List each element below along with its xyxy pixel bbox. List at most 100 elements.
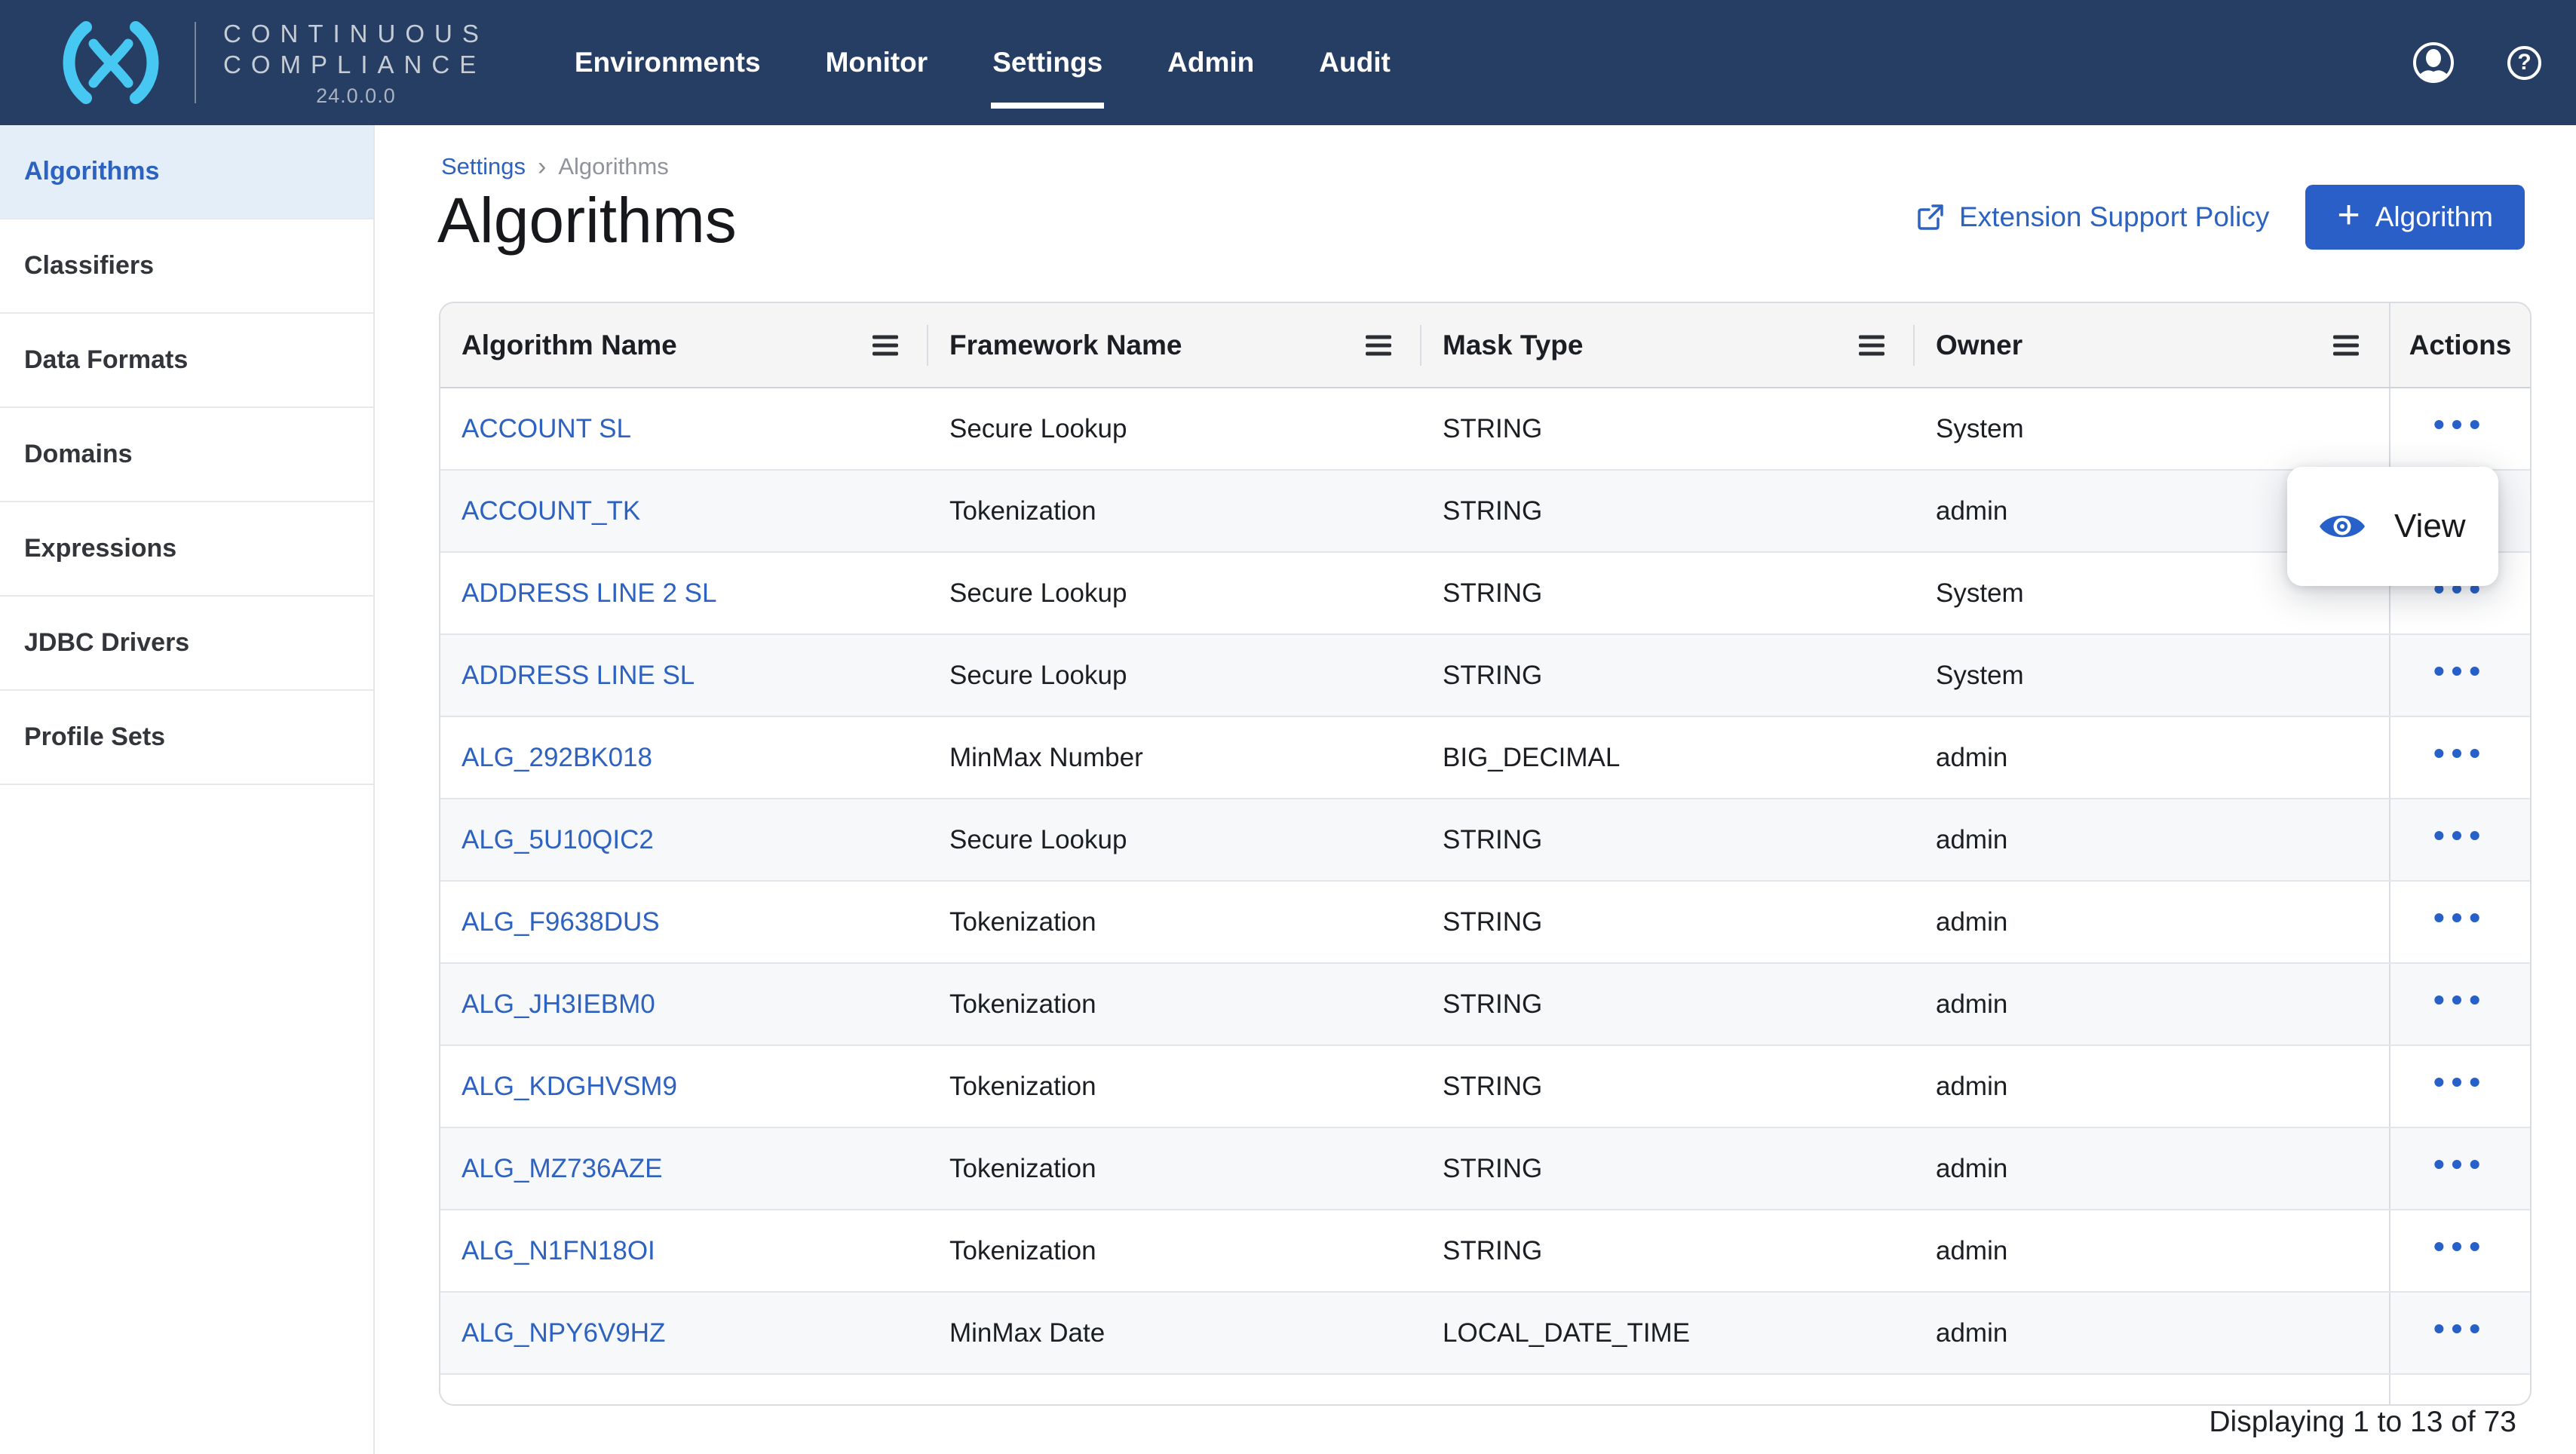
column-header-mask-type: Mask Type bbox=[1421, 303, 1915, 387]
row-actions-button[interactable]: ••• bbox=[2433, 983, 2487, 1016]
column-label: Mask Type bbox=[1443, 329, 1584, 360]
algorithm-name-link[interactable]: ALG_NPY6V9HZ bbox=[462, 1318, 665, 1348]
algorithm-name-link[interactable]: ALG_292BK018 bbox=[462, 743, 652, 772]
framework-name-cell: Secure Lookup bbox=[949, 413, 1127, 443]
row-actions-button[interactable]: ••• bbox=[2433, 1230, 2487, 1262]
framework-name-cell: MinMax Date bbox=[949, 1317, 1106, 1348]
table-row: ADDRESS LINE SL Secure Lookup STRING System… bbox=[440, 635, 2530, 717]
column-menu-icon[interactable] bbox=[1366, 335, 1391, 355]
algorithm-name-link[interactable]: ACCOUNT_TK bbox=[462, 496, 640, 526]
mask-type-cell: STRING bbox=[1443, 495, 1543, 526]
algorithm-name-link[interactable]: ADDRESS LINE 2 SL bbox=[462, 578, 716, 608]
nav-item-environments[interactable]: Environments bbox=[575, 0, 761, 125]
mask-type-cell: STRING bbox=[1443, 906, 1543, 937]
sidebar: Algorithms Classifiers Data Formats Domains… bbox=[0, 125, 375, 1454]
mask-type-cell: BIG_DECIMAL bbox=[1443, 742, 1621, 772]
breadcrumb-current: Algorithms bbox=[558, 153, 669, 179]
brand-line2: COMPLIANCE bbox=[223, 50, 486, 78]
column-menu-icon[interactable] bbox=[2333, 335, 2359, 355]
algorithm-name-link[interactable]: ALG_F9638DUS bbox=[462, 907, 660, 937]
table-row: ADDRESS LINE 2 SL Secure Lookup STRING Syst… bbox=[440, 553, 2530, 635]
policy-link-label: Extension Support Policy bbox=[1959, 201, 2270, 232]
algorithm-name-link[interactable]: ALG_MZ736AZE bbox=[462, 1154, 663, 1183]
add-algorithm-button[interactable]: + Algorithm bbox=[2305, 185, 2525, 250]
algorithm-name-link[interactable]: ALG_TIZ473II bbox=[462, 1400, 627, 1405]
owner-cell: admin bbox=[1936, 1071, 2008, 1101]
framework-name-cell: MinMax Number bbox=[949, 742, 1143, 772]
account-icon[interactable] bbox=[2412, 41, 2455, 84]
row-actions-button[interactable]: ••• bbox=[2433, 1066, 2487, 1098]
table-row: ALG_TIZ473II Secure LookupSTRINGadmin ••• bbox=[440, 1375, 2530, 1405]
column-label: Actions bbox=[2409, 329, 2512, 360]
row-actions-button[interactable]: ••• bbox=[2433, 901, 2487, 934]
algorithm-name-link[interactable]: ALG_5U10QIC2 bbox=[462, 825, 654, 854]
brand-divider bbox=[195, 22, 196, 103]
algorithm-name-link[interactable]: ALG_N1FN18OI bbox=[462, 1236, 655, 1265]
row-actions-button[interactable]: ••• bbox=[2433, 408, 2487, 440]
nav-item-settings[interactable]: Settings bbox=[991, 0, 1105, 125]
row-actions-button[interactable]: ••• bbox=[2433, 819, 2487, 851]
mask-type-cell: STRING bbox=[1443, 824, 1543, 854]
sidebar-item-classifiers[interactable]: Classifiers bbox=[0, 219, 373, 314]
table-row: ALG_JH3IEBM0 Tokenization STRING admin ••• bbox=[440, 964, 2530, 1046]
algorithms-table: Algorithm Name Framework Name Mask Type … bbox=[439, 302, 2532, 1406]
external-link-icon bbox=[1918, 204, 1943, 230]
column-header-algorithm-name: Algorithm Name bbox=[440, 303, 928, 387]
nav-item-admin[interactable]: Admin bbox=[1167, 0, 1254, 125]
column-menu-icon[interactable] bbox=[1859, 335, 1884, 355]
row-actions-button[interactable]: ••• bbox=[2433, 737, 2487, 769]
row-actions-button[interactable]: ••• bbox=[2433, 1312, 2487, 1345]
top-nav: Environments Monitor Settings Admin Audit bbox=[575, 0, 1391, 125]
row-actions-button[interactable]: ••• bbox=[2433, 1394, 2487, 1404]
column-label: Algorithm Name bbox=[462, 329, 677, 360]
page: CONTINUOUS COMPLIANCE 24.0.0.0 Environme… bbox=[0, 0, 2576, 1454]
mask-type-cell: LOCAL_DATE_TIME bbox=[1443, 1317, 1691, 1348]
nav-item-monitor[interactable]: Monitor bbox=[826, 0, 928, 125]
extension-support-policy-link[interactable]: Extension Support Policy bbox=[1917, 201, 2269, 233]
brand-version: 24.0.0.0 bbox=[316, 84, 396, 107]
breadcrumb-separator: › bbox=[538, 152, 547, 181]
sidebar-item-jdbc-drivers[interactable]: JDBC Drivers bbox=[0, 597, 373, 691]
view-menu-item[interactable]: View bbox=[2394, 508, 2466, 545]
owner-cell: System bbox=[1936, 660, 2024, 690]
breadcrumb: Settings › Algorithms bbox=[441, 153, 669, 180]
page-title: Algorithms bbox=[437, 185, 737, 256]
owner-cell: System bbox=[1936, 413, 2024, 443]
top-bar: CONTINUOUS COMPLIANCE 24.0.0.0 Environme… bbox=[0, 0, 2576, 125]
owner-cell: admin bbox=[1936, 906, 2008, 937]
row-actions-button[interactable]: ••• bbox=[2433, 1148, 2487, 1180]
sidebar-item-algorithms[interactable]: Algorithms bbox=[0, 125, 373, 219]
algorithm-name-link[interactable]: ACCOUNT SL bbox=[462, 414, 631, 443]
row-actions-button[interactable]: ••• bbox=[2433, 655, 2487, 687]
mask-type-cell: STRING bbox=[1443, 578, 1543, 608]
framework-name-cell: Secure Lookup bbox=[928, 1400, 1421, 1405]
column-label: Owner bbox=[1936, 329, 2023, 360]
header-actions: Extension Support Policy + Algorithm bbox=[1917, 185, 2525, 250]
mask-type-cell: STRING bbox=[1443, 413, 1543, 443]
table-row: ACCOUNT SL Secure Lookup STRING System ••• bbox=[440, 388, 2530, 471]
brand-line1: CONTINUOUS bbox=[223, 19, 489, 48]
sidebar-item-profile-sets[interactable]: Profile Sets bbox=[0, 691, 373, 785]
algorithm-name-link[interactable]: ADDRESS LINE SL bbox=[462, 661, 695, 690]
row-action-menu: View bbox=[2287, 467, 2498, 586]
column-header-owner: Owner bbox=[1915, 303, 2389, 387]
brand-text: CONTINUOUS COMPLIANCE 24.0.0.0 bbox=[223, 18, 489, 108]
sidebar-item-expressions[interactable]: Expressions bbox=[0, 502, 373, 597]
mask-type-cell: STRING bbox=[1443, 1153, 1543, 1183]
table-row: ALG_5U10QIC2 Secure Lookup STRING admin ••• bbox=[440, 799, 2530, 882]
owner-cell: admin bbox=[1936, 1153, 2008, 1183]
nav-item-audit[interactable]: Audit bbox=[1319, 0, 1391, 125]
help-icon[interactable]: ? bbox=[2507, 45, 2541, 80]
breadcrumb-settings-link[interactable]: Settings bbox=[441, 153, 526, 180]
sidebar-item-data-formats[interactable]: Data Formats bbox=[0, 314, 373, 408]
column-label: Framework Name bbox=[949, 329, 1182, 360]
column-menu-icon[interactable] bbox=[872, 335, 898, 355]
algorithm-name-link[interactable]: ALG_KDGHVSM9 bbox=[462, 1072, 677, 1101]
table-header-row: Algorithm Name Framework Name Mask Type … bbox=[440, 303, 2530, 388]
question-glyph: ? bbox=[2517, 50, 2532, 75]
mask-type-cell: STRING bbox=[1421, 1400, 1915, 1405]
sidebar-item-domains[interactable]: Domains bbox=[0, 408, 373, 502]
column-header-framework-name: Framework Name bbox=[928, 303, 1421, 387]
framework-name-cell: Secure Lookup bbox=[949, 660, 1127, 690]
algorithm-name-link[interactable]: ALG_JH3IEBM0 bbox=[462, 989, 655, 1019]
